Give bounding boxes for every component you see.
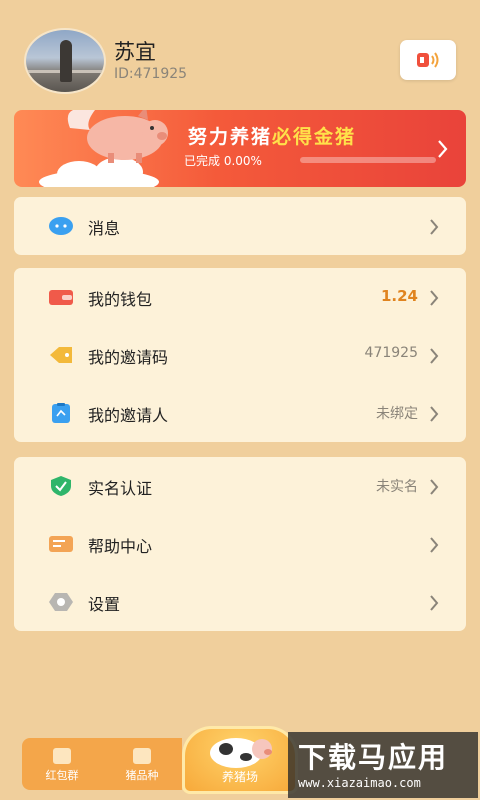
watermark-title: 下载马应用 [298, 741, 449, 774]
user-name: 苏宜 [114, 40, 156, 64]
invite-code-value: 471925 [364, 345, 418, 361]
menu-row-invite-code[interactable]: 我的邀请码 471925 [14, 326, 466, 384]
sound-button[interactable] [400, 40, 456, 80]
chat-bubble-icon [49, 217, 73, 235]
chevron-right-icon [430, 219, 439, 235]
wallet-balance: 1.24 [380, 287, 418, 305]
profile-header: 苏宜 ID:471925 [0, 0, 480, 105]
menu-label: 帮助中心 [88, 537, 153, 556]
chevron-right-icon [430, 595, 439, 611]
user-id: ID:471925 [114, 66, 188, 82]
tag-icon [50, 347, 72, 363]
menu-label: 消息 [88, 219, 121, 238]
chevron-right-icon [430, 348, 439, 364]
watermark-url: www.xiazaimao.com [298, 776, 421, 790]
menu-label: 我的邀请人 [88, 406, 169, 425]
menu-row-real-name[interactable]: 实名认证 未实名 [14, 457, 466, 515]
chevron-right-icon [430, 406, 439, 422]
banner-title: 努力养猪必得金猪 [188, 126, 357, 148]
pig-progress-banner[interactable]: 努力养猪必得金猪 已完成 0.00% [14, 110, 466, 187]
chevron-right-icon [430, 537, 439, 553]
avatar[interactable] [24, 28, 106, 94]
menu-label: 设置 [88, 595, 121, 614]
tab-label: 红包群 [45, 769, 79, 782]
tab-pig-farm[interactable]: 养猪场 [182, 726, 298, 794]
chevron-right-icon [438, 140, 448, 158]
menu-row-settings[interactable]: 设置 [14, 573, 466, 631]
progress-label: 已完成 0.00% [184, 154, 262, 168]
wallet-card: 我的钱包 1.24 我的邀请码 471925 我的邀请人 未绑定 [14, 268, 466, 442]
help-book-icon [49, 536, 73, 552]
hexagon-settings-icon [49, 593, 73, 611]
wallet-icon [49, 290, 73, 305]
menu-label: 我的邀请码 [88, 348, 169, 367]
tab-pig-breeds[interactable]: 猪品种 [102, 738, 182, 790]
verification-status: 未实名 [376, 479, 418, 495]
cow-pig-icon [210, 738, 272, 768]
shield-icon [51, 476, 71, 496]
chevron-right-icon [430, 290, 439, 306]
messages-card: 消息 [14, 197, 466, 255]
clipboard-icon [52, 403, 70, 423]
tab-red-packet-group[interactable]: 红包群 [22, 738, 102, 790]
speaker-icon [417, 52, 439, 68]
menu-row-inviter[interactable]: 我的邀请人 未绑定 [14, 384, 466, 442]
red-packet-icon [53, 748, 71, 764]
progress-bar [300, 157, 436, 163]
menu-row-wallet[interactable]: 我的钱包 1.24 [14, 268, 466, 326]
tab-label: 养猪场 [221, 770, 258, 784]
settings-card: 实名认证 未实名 帮助中心 设置 [14, 457, 466, 631]
flying-pig-icon [67, 110, 168, 163]
chevron-right-icon [430, 479, 439, 495]
menu-row-messages[interactable]: 消息 [14, 197, 466, 255]
menu-label: 实名认证 [88, 479, 153, 498]
menu-label: 我的钱包 [88, 290, 153, 309]
menu-row-help[interactable]: 帮助中心 [14, 515, 466, 573]
inviter-value: 未绑定 [376, 406, 418, 422]
tab-label: 猪品种 [125, 769, 159, 782]
list-icon [133, 748, 151, 764]
watermark: 下载马应用 www.xiazaimao.com [288, 732, 478, 798]
